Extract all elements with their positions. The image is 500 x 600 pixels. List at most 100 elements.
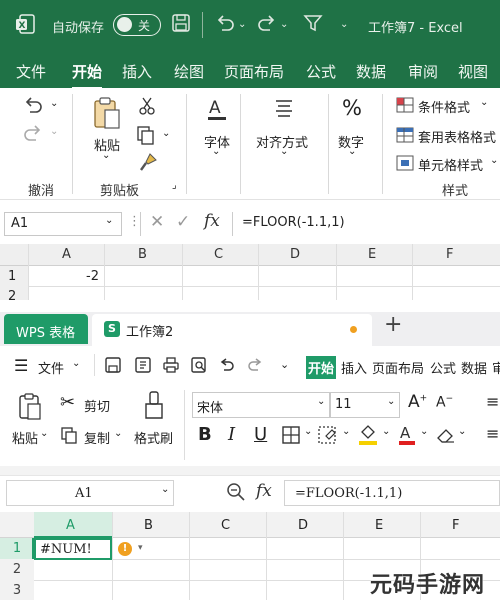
cell-format-dropdown-icon[interactable]: ⌄ [342,426,350,437]
file-dropdown-icon[interactable]: ⌄ [72,358,80,369]
excel-col-e[interactable]: E [368,247,376,262]
wps-paste-dropdown-icon[interactable]: ⌄ [40,428,48,439]
percent-icon[interactable]: % [342,96,362,120]
print-icon[interactable] [162,356,180,378]
excel-col-f[interactable]: F [446,247,453,262]
ribbon-undo-dropdown-icon[interactable]: ⌄ [50,98,58,109]
menu-draw[interactable]: 绘图 [174,61,204,82]
menu-view[interactable]: 视图 [458,61,488,82]
excel-col-c[interactable]: C [214,247,223,262]
quick-access-dropdown-icon[interactable]: ⌄ [340,19,348,30]
wps-copy-icon[interactable] [60,426,78,448]
wps-cell-a1[interactable]: #NUM! [34,538,112,560]
wps-undo-icon[interactable] [218,356,236,378]
font-color-dropdown-icon[interactable]: ⌄ [420,426,428,437]
font-icon[interactable]: A [206,96,228,126]
menu-formulas[interactable]: 公式 [306,61,336,82]
clear-format-icon[interactable] [436,426,456,448]
cut-icon[interactable] [138,96,156,120]
cell-style-label[interactable]: 单元格样式 [418,155,483,174]
cell-style-dropdown-icon[interactable]: ⌄ [490,155,498,166]
filter-icon[interactable] [302,12,324,39]
wps-app-tab[interactable]: WPS 表格 [4,314,88,344]
wps-formula-input-box[interactable]: =FLOOR(-1.1,1) [284,480,500,506]
wps-copy-dropdown-icon[interactable]: ⌄ [114,428,122,439]
excel-col-b[interactable]: B [138,247,147,262]
wps-copy-label[interactable]: 复制 [84,428,110,447]
wps-insert-function-icon[interactable]: fx [256,481,272,501]
font-color-icon[interactable]: A [398,424,416,450]
wps-row-1[interactable]: 1 [0,541,34,556]
fill-color-dropdown-icon[interactable]: ⌄ [382,426,390,437]
table-format-label[interactable]: 套用表格格式 [418,127,496,146]
wps-menu-page-layout[interactable]: 页面布局 [372,358,424,377]
error-warning-icon[interactable]: ! [118,542,132,556]
redo-icon[interactable] [256,12,278,39]
excel-col-d[interactable]: D [290,247,300,262]
excel-name-box[interactable]: A1 ⌄ [4,212,122,236]
print-preview-icon[interactable] [190,356,208,378]
align-dropdown-icon[interactable]: ⌄ [280,146,288,157]
wps-menu-home[interactable]: 开始 [306,356,337,379]
menu-file[interactable]: 文件 [16,61,46,82]
excel-row-2[interactable]: 2 [8,289,16,304]
wps-format-painter-label[interactable]: 格式刷 [134,428,173,447]
font-dropdown-icon[interactable]: ⌄ [212,146,220,157]
wps-col-a[interactable]: A [66,518,75,533]
menu-data[interactable]: 数据 [356,61,386,82]
menu-home[interactable]: 开始 [72,61,103,90]
quick-toolbar-more-icon[interactable]: ⌄ [280,358,289,371]
clipboard-launcher-icon[interactable]: ⌟ [172,180,177,191]
italic-icon[interactable]: I [228,424,235,445]
error-dropdown-icon[interactable]: ▾ [138,543,143,553]
wps-menu-insert[interactable]: 插入 [341,358,367,377]
wps-file-menu[interactable]: 文件 [38,358,64,377]
wps-format-painter-icon[interactable] [142,390,166,426]
cancel-entry-icon[interactable]: ✕ [150,212,164,232]
paste-icon[interactable] [92,96,122,136]
menu-insert[interactable]: 插入 [122,61,152,82]
copy-dropdown-icon[interactable]: ⌄ [162,128,170,139]
excel-row-1[interactable]: 1 [8,269,16,284]
increase-font-icon[interactable]: A+ [408,392,427,412]
excel-formula-input[interactable]: =FLOOR(-1.1,1) [242,215,345,230]
confirm-entry-icon[interactable]: ✓ [176,212,190,232]
export-pdf-icon[interactable] [134,356,152,378]
wps-menu-formulas[interactable]: 公式 [430,358,456,377]
wps-col-e[interactable]: E [375,518,383,533]
wps-col-d[interactable]: D [298,518,308,533]
name-box-dropdown-icon[interactable]: ⌄ [105,215,113,226]
wps-redo-icon[interactable] [246,356,264,378]
align-icon[interactable] [274,98,294,122]
wps-col-f[interactable]: F [452,518,459,533]
hamburger-icon[interactable]: ☰ [14,356,28,375]
undo-dropdown-icon[interactable]: ⌄ [238,19,246,30]
save-icon[interactable] [170,12,192,39]
ribbon-undo-icon[interactable] [22,94,44,120]
wps-formula-input[interactable]: =FLOOR(-1.1,1) [295,486,402,501]
redo-dropdown-icon[interactable]: ⌄ [280,19,288,30]
underline-icon[interactable]: U [254,424,267,445]
new-tab-icon[interactable]: + [384,312,402,337]
wps-save-icon[interactable] [104,356,122,378]
font-name-select[interactable]: 宋体 ⌄ [192,392,330,418]
wps-menu-review[interactable]: 审 [492,358,500,377]
ribbon-redo-dropdown-icon[interactable]: ⌄ [50,126,58,137]
wps-name-box[interactable]: A1 ⌄ [6,480,174,506]
zoom-formula-icon[interactable] [226,482,246,506]
borders-dropdown-icon[interactable]: ⌄ [304,426,312,437]
conditional-format-icon[interactable] [396,97,414,117]
align-left-icon[interactable]: ≡ [486,424,499,443]
bold-icon[interactable]: B [198,424,212,445]
wps-menu-data[interactable]: 数据 [461,358,487,377]
fill-color-icon[interactable] [358,424,378,450]
menu-page-layout[interactable]: 页面布局 [224,61,284,82]
autosave-toggle[interactable]: 关 [113,14,161,36]
align-top-icon[interactable]: ≡ [486,392,499,411]
paste-dropdown-icon[interactable]: ⌄ [102,150,110,161]
undo-icon[interactable] [214,12,236,39]
ribbon-redo-icon[interactable] [22,122,44,148]
wps-col-b[interactable]: B [144,518,153,533]
wps-row-3[interactable]: 3 [0,583,34,598]
wps-row-2[interactable]: 2 [0,562,34,577]
